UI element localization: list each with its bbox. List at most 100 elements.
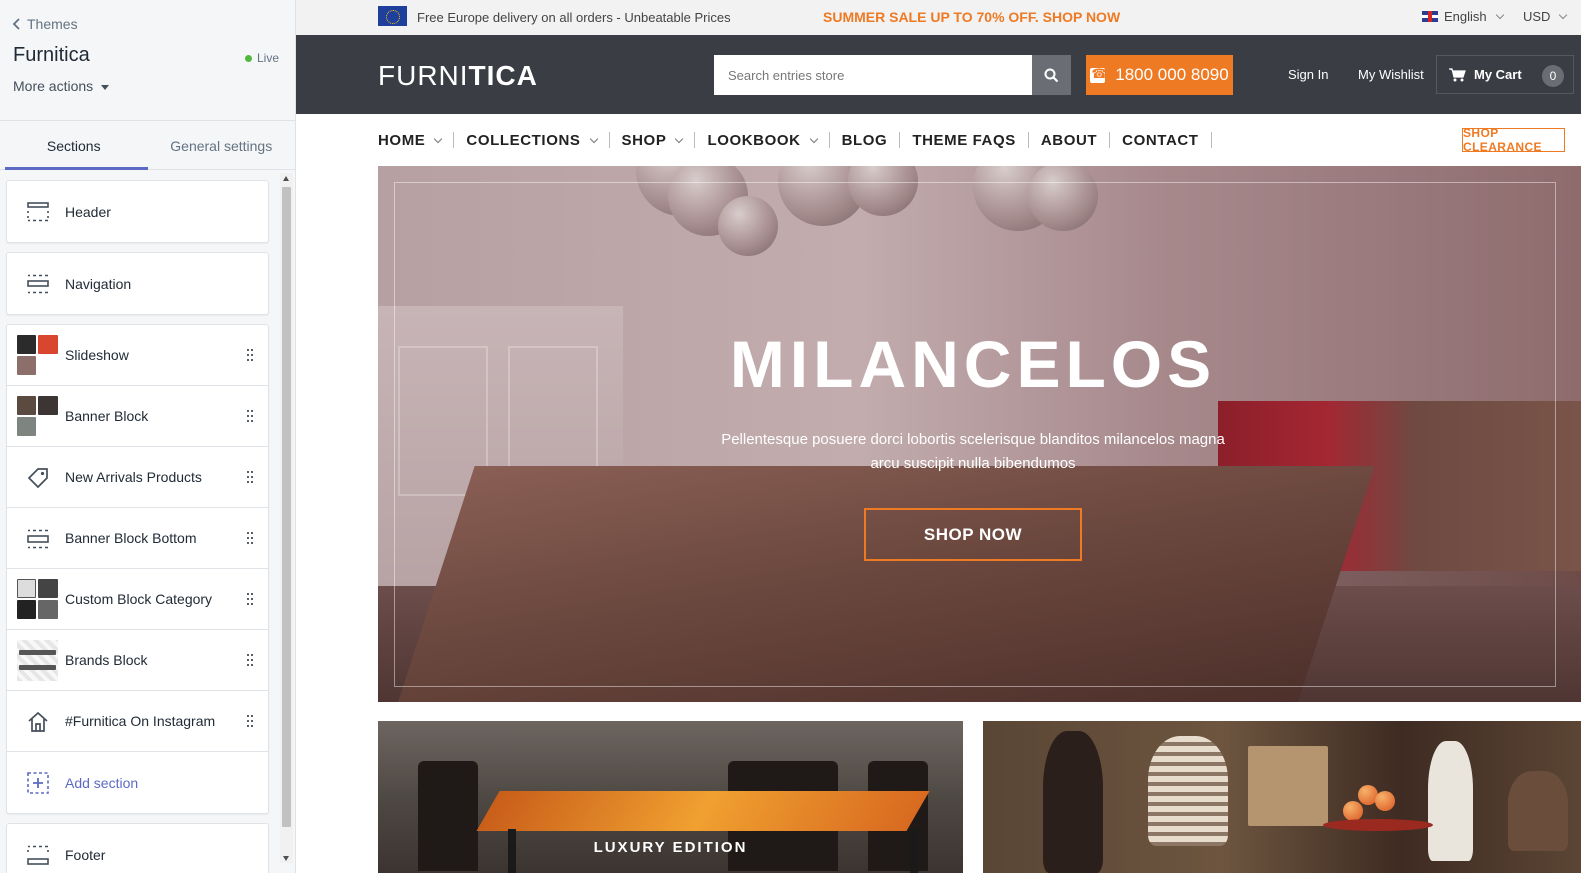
banner-label: LUXURY EDITION xyxy=(593,839,748,856)
currency-label: USD xyxy=(1523,9,1551,24)
vase-shape xyxy=(1148,736,1228,846)
tag-icon xyxy=(17,457,58,498)
chevron-down-icon xyxy=(675,134,684,143)
nav-item-contact[interactable]: CONTACT xyxy=(1110,131,1212,149)
section-card-footer: Footer xyxy=(6,823,269,873)
nav-label: SHOP xyxy=(621,131,667,149)
wishlist-link[interactable]: My Wishlist xyxy=(1358,67,1424,82)
summer-sale-link[interactable]: SUMMER SALE UP TO 70% OFF. SHOP NOW xyxy=(823,9,1120,25)
drag-handle-icon[interactable] xyxy=(247,349,253,361)
section-label: Custom Block Category xyxy=(65,591,213,607)
section-item-brands-block[interactable]: Brands Block xyxy=(7,630,268,691)
phone-number: 1800 000 8090 xyxy=(1115,65,1229,84)
nav-label: ABOUT xyxy=(1040,131,1098,149)
vase-shape xyxy=(1043,731,1103,873)
header-layout-icon xyxy=(17,191,58,232)
tab-sections[interactable]: Sections xyxy=(0,122,148,170)
slideshow-thumbnail xyxy=(17,335,58,376)
shop-clearance-button[interactable]: SHOP CLEARANCE xyxy=(1462,126,1565,154)
section-card-body: Slideshow Banner Block New Arrivals Prod… xyxy=(6,324,269,814)
section-item-custom-block-category[interactable]: Custom Block Category xyxy=(7,569,268,630)
nav-item-shop[interactable]: SHOP xyxy=(610,131,696,149)
section-label: #Furnitica On Instagram xyxy=(65,713,216,729)
chevron-down-icon xyxy=(434,134,443,143)
sign-in-link[interactable]: Sign In xyxy=(1288,67,1328,82)
apple-shape xyxy=(1375,791,1395,811)
nav-item-theme-faqs[interactable]: THEME FAQS xyxy=(900,131,1029,149)
chevron-down-icon xyxy=(589,134,598,143)
section-item-banner-block[interactable]: Banner Block xyxy=(7,386,268,447)
nav-label: LOOKBOOK xyxy=(707,131,801,149)
frame-shape xyxy=(1248,746,1328,826)
table-shape xyxy=(476,791,930,831)
editor-header: Themes Furnitica Live More actions xyxy=(0,0,295,121)
hero-title: MILANCELOS xyxy=(729,327,1217,401)
section-item-navigation[interactable]: Navigation xyxy=(7,253,268,314)
phone-button[interactable]: 1800 000 8090 xyxy=(1086,55,1233,95)
phone-icon xyxy=(1090,66,1107,83)
live-status-label: Live xyxy=(256,51,279,65)
drag-handle-icon[interactable] xyxy=(247,410,253,422)
section-item-new-arrivals[interactable]: New Arrivals Products xyxy=(7,447,268,508)
section-item-header[interactable]: Header xyxy=(7,181,268,242)
drag-handle-icon[interactable] xyxy=(247,715,253,727)
scroll-down-icon[interactable] xyxy=(283,856,289,861)
store-preview: Free Europe delivery on all orders - Unb… xyxy=(296,0,1581,873)
section-label: Header xyxy=(65,203,111,220)
back-to-themes-link[interactable]: Themes xyxy=(12,16,78,32)
currency-selector[interactable]: USD xyxy=(1523,9,1568,24)
scroll-up-icon[interactable] xyxy=(283,176,289,181)
banner-luxury-edition[interactable]: LUXURY EDITION xyxy=(378,721,963,873)
section-item-footer[interactable]: Footer xyxy=(7,824,268,873)
section-label: Banner Block xyxy=(65,408,149,424)
section-item-slideshow[interactable]: Slideshow xyxy=(7,325,268,386)
hero-shop-now-button[interactable]: SHOP NOW xyxy=(864,508,1082,561)
section-label: Navigation xyxy=(65,275,132,292)
nav-item-home[interactable]: HOME xyxy=(378,132,455,149)
announcement-bar: Free Europe delivery on all orders - Unb… xyxy=(296,0,1581,35)
section-label: Slideshow xyxy=(65,347,129,363)
drag-handle-icon[interactable] xyxy=(247,593,253,605)
nav-item-lookbook[interactable]: LOOKBOOK xyxy=(695,131,830,149)
section-label: New Arrivals Products xyxy=(65,469,202,485)
scrollbar-thumb[interactable] xyxy=(282,187,291,827)
section-label: Brands Block xyxy=(65,652,148,668)
banner-decor[interactable] xyxy=(983,721,1581,873)
tab-general-settings[interactable]: General settings xyxy=(148,122,296,169)
cart-button[interactable]: My Cart 0 xyxy=(1436,55,1574,94)
nav-label: COLLECTIONS xyxy=(466,131,581,149)
drag-handle-icon[interactable] xyxy=(247,471,253,483)
nav-label: CONTACT xyxy=(1122,131,1199,149)
back-link-label: Themes xyxy=(27,16,78,32)
editor-tabs: Sections General settings xyxy=(0,122,295,170)
theme-name: Furnitica xyxy=(13,44,90,66)
drag-handle-icon[interactable] xyxy=(247,654,253,666)
search-icon xyxy=(1044,68,1059,82)
section-item-instagram[interactable]: #Furnitica On Instagram xyxy=(7,691,268,752)
language-selector[interactable]: English xyxy=(1422,9,1504,24)
section-label: Banner Block Bottom xyxy=(65,530,197,546)
nav-item-collections[interactable]: COLLECTIONS xyxy=(454,131,610,149)
add-section-button[interactable]: Add section xyxy=(7,752,268,813)
section-label: Footer xyxy=(65,846,106,863)
live-dot-icon xyxy=(244,54,252,62)
editor-scrollbar[interactable] xyxy=(280,173,293,863)
nav-label: THEME FAQS xyxy=(912,131,1016,149)
chevron-down-icon xyxy=(1495,10,1504,20)
language-label: English xyxy=(1444,9,1487,24)
search-button[interactable] xyxy=(1032,55,1071,95)
nav-item-blog[interactable]: BLOG xyxy=(830,132,901,149)
section-item-banner-block-bottom[interactable]: Banner Block Bottom xyxy=(7,508,268,569)
chevron-left-icon xyxy=(12,18,20,30)
live-status-badge: Live xyxy=(244,51,279,65)
brands-thumbnail xyxy=(17,640,58,681)
nav-item-about[interactable]: ABOUT xyxy=(1029,131,1111,149)
main-navigation: HOME COLLECTIONS SHOP LOOKBOOK BLOG THEM… xyxy=(378,114,1581,166)
navigation-layout-icon xyxy=(17,263,58,304)
cart-label: My Cart xyxy=(1474,67,1522,82)
hero-subtitle: Pellentesque posuere dorci lobortis scel… xyxy=(721,431,1225,472)
more-actions-dropdown[interactable]: More actions xyxy=(13,78,110,94)
drag-handle-icon[interactable] xyxy=(247,532,253,544)
store-logo[interactable]: FURNITICA xyxy=(378,60,538,92)
search-input[interactable] xyxy=(714,55,1032,95)
